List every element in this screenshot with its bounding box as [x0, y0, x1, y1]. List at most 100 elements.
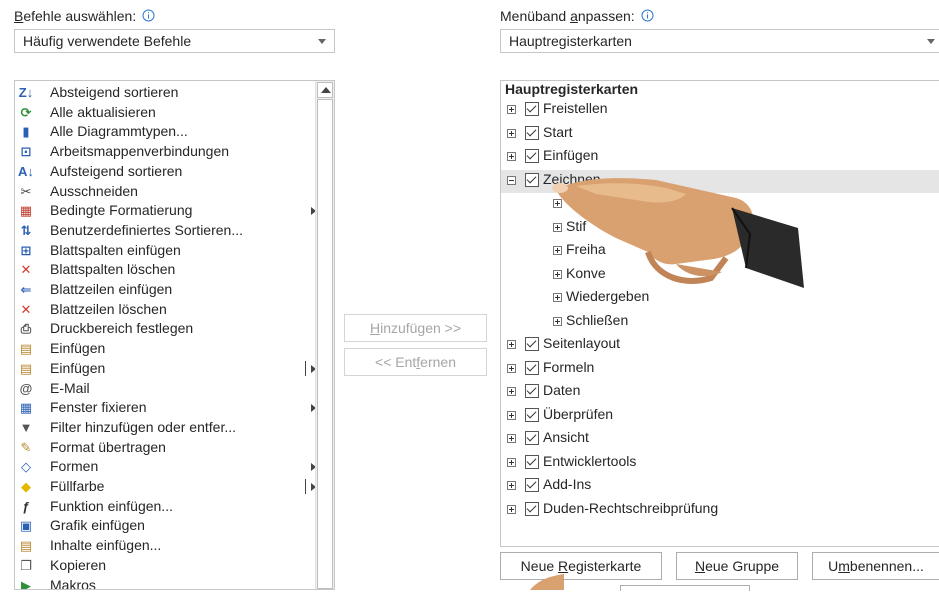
remove-button-label-pre: << Ent: [375, 354, 417, 370]
ribbon-label: Menüband anpassen:: [500, 8, 654, 24]
command-item[interactable]: ✕ Blattspalten löschen: [15, 260, 315, 280]
tree-tab-item[interactable]: Überprüfen: [501, 405, 939, 429]
tab-checkbox[interactable]: [525, 431, 539, 445]
insert-picture-icon: ▣: [19, 518, 33, 534]
command-item[interactable]: Z↓ Absteigend sortieren: [15, 83, 315, 103]
tree-item-label: Start: [543, 123, 573, 140]
tab-checkbox[interactable]: [525, 384, 539, 398]
expand-icon[interactable]: [507, 105, 516, 114]
tab-checkbox[interactable]: [525, 149, 539, 163]
print-area-icon: ⎙: [20, 321, 32, 337]
command-item[interactable]: ▼ Filter hinzufügen oder entfer...: [15, 418, 315, 438]
command-item[interactable]: ◆ Füllfarbe: [15, 477, 316, 497]
collapse-icon[interactable]: [507, 175, 516, 185]
command-item[interactable]: ▤ Einfügen: [15, 339, 315, 359]
sort-descending-icon: Z↓: [18, 85, 34, 100]
insert-columns-icon: ⊞: [20, 242, 32, 258]
conditional-formatting-icon: ▦: [19, 203, 33, 219]
info-icon[interactable]: [641, 9, 654, 22]
commands-source-select[interactable]: Häufig verwendete Befehle: [14, 29, 335, 53]
commands-list[interactable]: Z↓ Absteigend sortieren ⟳ Alle aktualisiere…: [14, 80, 335, 590]
commands-scrollbar[interactable]: [315, 81, 334, 589]
ribbon-tabs-select[interactable]: Hauptregisterkarten: [500, 29, 939, 53]
command-item[interactable]: ▶ Makros: [15, 576, 315, 590]
command-item[interactable]: ▦ Fenster fixieren: [15, 398, 316, 418]
command-item[interactable]: ▤ Inhalte einfügen...: [15, 536, 315, 556]
expand-icon[interactable]: [507, 481, 516, 490]
ribbon-tree[interactable]: Hauptregisterkarten Freistellen Start Einf…: [500, 80, 939, 547]
command-item[interactable]: @ E-Mail: [15, 379, 315, 399]
tab-checkbox[interactable]: [525, 478, 539, 492]
paste-options-icon: ▤: [19, 360, 33, 376]
tree-tab-item[interactable]: Add-Ins: [501, 475, 939, 499]
tab-checkbox[interactable]: [525, 360, 539, 375]
command-item[interactable]: ▤ Einfügen: [15, 359, 316, 379]
new-group-button[interactable]: Neue Gruppe: [676, 552, 798, 580]
tree-tab-item[interactable]: Daten: [501, 381, 939, 405]
command-item[interactable]: ✂ Ausschneiden: [15, 182, 315, 202]
command-item[interactable]: ▮ Alle Diagrammtypen...: [15, 122, 315, 142]
add-button[interactable]: Hinzufügen >>: [344, 314, 487, 342]
expand-icon[interactable]: [507, 410, 516, 420]
tree-tab-item[interactable]: Duden-Rechtschreibprüfung: [501, 499, 939, 523]
command-item[interactable]: ✎ Format übertragen: [15, 438, 315, 458]
tree-tab-item[interactable]: Ansicht: [501, 428, 939, 452]
command-item[interactable]: ⊞ Blattspalten einfügen: [15, 241, 315, 261]
tab-checkbox[interactable]: [525, 501, 539, 516]
command-item[interactable]: ƒ Funktion einfügen...: [15, 497, 315, 517]
email-icon: @: [19, 380, 33, 396]
new-tab-button[interactable]: Neue Registerkarte: [500, 552, 662, 580]
tab-checkbox[interactable]: [525, 407, 539, 422]
command-item[interactable]: ⎙ Druckbereich festlegen: [15, 319, 315, 339]
command-label: Blattspalten einfügen: [50, 241, 181, 258]
tree-tab-item[interactable]: Start: [501, 123, 939, 147]
tree-item-label: Einfügen: [543, 147, 599, 163]
expand-icon[interactable]: [507, 387, 516, 396]
command-item[interactable]: ◇ Formen: [15, 457, 316, 477]
tab-checkbox[interactable]: [525, 454, 539, 469]
tree-tab-item[interactable]: Formeln: [501, 358, 939, 382]
command-item[interactable]: ▣ Grafik einfügen: [15, 516, 315, 536]
expand-icon[interactable]: [553, 316, 562, 326]
tree-item-label: Entwicklertools: [543, 452, 637, 469]
cut-icon: ✂: [20, 183, 32, 199]
command-item[interactable]: ⟳ Alle aktualisieren: [15, 103, 315, 123]
expand-icon[interactable]: [507, 128, 516, 138]
pointing-hand-fragment: [530, 574, 564, 590]
commands-source-value: Häufig verwendete Befehle: [23, 33, 192, 49]
remove-button[interactable]: << Entfernen: [344, 348, 487, 376]
expand-icon[interactable]: [507, 363, 516, 373]
command-label: Füllfarbe: [50, 478, 105, 494]
expand-icon[interactable]: [507, 340, 516, 349]
command-label: Bedingte Formatierung: [50, 202, 193, 219]
tree-tab-item[interactable]: Seitenlayout: [501, 334, 939, 358]
expand-icon[interactable]: [507, 434, 516, 443]
tree-tab-item[interactable]: Freistellen: [501, 99, 939, 123]
tree-items: Freistellen Start Einfügen Zeichnen Stif Frei…: [501, 97, 939, 546]
tab-checkbox[interactable]: [525, 125, 539, 140]
expand-icon[interactable]: [507, 504, 516, 514]
rename-button[interactable]: Umbenennen...: [812, 552, 939, 580]
fill-color-icon: ◆: [21, 479, 31, 494]
info-icon[interactable]: [142, 9, 155, 22]
tab-checkbox[interactable]: [525, 102, 539, 116]
tree-tab-item[interactable]: Entwicklertools: [501, 452, 939, 476]
tree-tab-item[interactable]: Einfügen: [501, 146, 939, 170]
command-item[interactable]: ❐ Kopieren: [15, 556, 315, 576]
command-item[interactable]: A↓ Aufsteigend sortieren: [15, 162, 315, 182]
ribbon-label-mnemonic: a: [570, 8, 578, 24]
expand-icon[interactable]: [507, 457, 516, 467]
command-item[interactable]: ▦ Bedingte Formatierung: [15, 201, 316, 221]
command-item[interactable]: ⇐ Blattzeilen einfügen: [15, 280, 315, 300]
command-label: Alle aktualisieren: [50, 103, 156, 120]
command-item[interactable]: ⇅ Benutzerdefiniertes Sortieren...: [15, 221, 315, 241]
command-label: Ausschneiden: [50, 182, 138, 199]
command-item[interactable]: ✕ Blattzeilen löschen: [15, 300, 315, 320]
tree-group-item[interactable]: Schließen: [501, 311, 939, 335]
tab-checkbox[interactable]: [525, 337, 539, 351]
scroll-thumb[interactable]: [317, 99, 333, 589]
scroll-up-button[interactable]: [317, 82, 333, 98]
expand-icon[interactable]: [507, 152, 516, 161]
command-label: Blattzeilen einfügen: [50, 281, 173, 297]
command-item[interactable]: ⊡ Arbeitsmappenverbindungen: [15, 142, 315, 162]
